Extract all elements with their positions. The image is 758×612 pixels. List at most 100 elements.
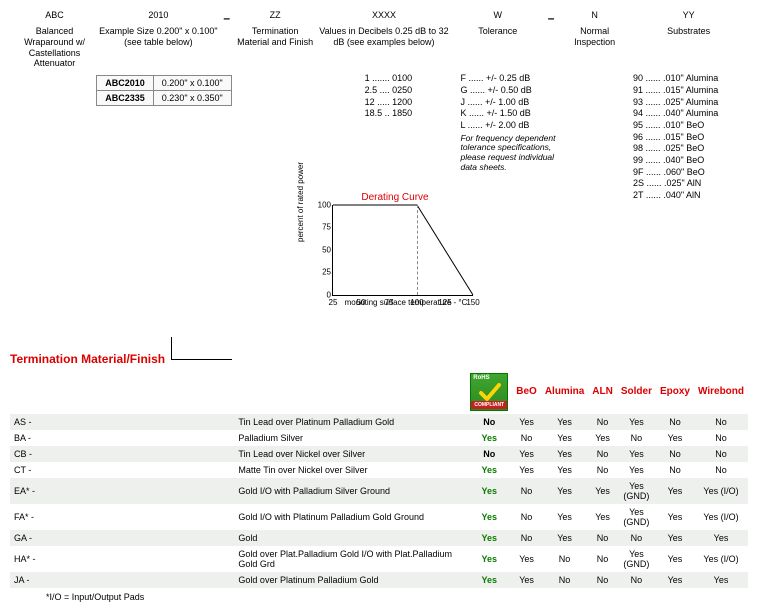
header-subtitle: Termination Material and Finish (236, 26, 315, 48)
compat-cell: No (588, 446, 617, 462)
compat-cell: No (656, 446, 694, 462)
list-item: 9F ...... .060" BeO (633, 167, 748, 179)
compat-cell: Yes (694, 530, 748, 546)
compat-cell: No (694, 462, 748, 478)
compat-cell: Yes (588, 430, 617, 446)
compat-cell: No (512, 504, 541, 530)
compat-cell: Yes (656, 546, 694, 572)
compat-cell: No (588, 546, 617, 572)
compat-cell: Yes (541, 414, 588, 430)
table-row: HA* -Gold over Plat.Palladium Gold I/O w… (10, 546, 748, 572)
header-col: WTolerance (453, 10, 542, 37)
connector-line (171, 337, 232, 360)
compat-cell: No (541, 546, 588, 572)
list-item: 2T ...... .040" AlN (633, 190, 748, 202)
compat-cell: No (656, 414, 694, 430)
list-item: 98 ...... .025" BeO (633, 143, 748, 155)
materials-header (10, 370, 234, 414)
header-col: YYSubstrates (629, 10, 748, 37)
table-row: GA -GoldYesNoYesNoNoYesYes (10, 530, 748, 546)
compat-cell: Yes (694, 572, 748, 588)
header-subtitle: Values in Decibels 0.25 dB to 32 dB (see… (315, 26, 454, 48)
header-col: ZZ Termination Material and Finish (236, 10, 315, 48)
table-row: JA -Gold over Platinum Palladium GoldYes… (10, 572, 748, 588)
part-number-header: ABCBalanced Wraparound w/ Castellations … (10, 10, 748, 69)
chart-title: Derating Curve (310, 192, 480, 203)
compat-cell: No (617, 530, 656, 546)
rohs-value: Yes (482, 554, 498, 564)
materials-header: ALN (588, 370, 617, 414)
compat-cell: Yes (541, 430, 588, 446)
size-table: ABC20100.200" x 0.100"ABC23350.230" x 0.… (96, 75, 231, 106)
table-row: CB -Tin Lead over Nickel over SilverNoYe… (10, 446, 748, 462)
table-row: AS -Tin Lead over Platinum Palladium Gol… (10, 414, 748, 430)
compat-cell: Yes (541, 504, 588, 530)
chart-xtick: 75 (385, 298, 394, 307)
rohs-value: Yes (482, 533, 498, 543)
list-item: 96 ...... .015" BeO (633, 132, 748, 144)
rohs-value: No (483, 417, 495, 427)
compat-cell: Yes (541, 478, 588, 504)
compat-cell: Yes (656, 430, 694, 446)
rohs-value: Yes (482, 465, 498, 475)
compat-cell: No (588, 462, 617, 478)
derating-chart: Derating Curve percent of rated power 02… (310, 192, 480, 322)
list-item: 2S ...... .025" AlN (633, 178, 748, 190)
compat-cell: Yes (541, 446, 588, 462)
chart-xtick: 50 (357, 298, 366, 307)
compat-cell: Yes (617, 414, 656, 430)
header-col: ABCBalanced Wraparound w/ Castellations … (10, 10, 99, 69)
substrate-list: 90 ...... .010" Alumina91 ...... .015" A… (633, 73, 748, 202)
compat-cell: Yes (GND) (617, 504, 656, 530)
list-item: L ...... +/- 2.00 dB (460, 120, 565, 132)
compat-cell: Yes (I/O) (694, 504, 748, 530)
list-item: 99 ...... .040" BeO (633, 155, 748, 167)
materials-header: Epoxy (656, 370, 694, 414)
compat-cell: Yes (512, 546, 541, 572)
table-row: ABC23350.230" x 0.350" (97, 91, 231, 106)
list-item: 93 ...... .025" Alumina (633, 97, 748, 109)
materials-header: BeO (512, 370, 541, 414)
list-item: J ...... +/- 1.00 dB (460, 97, 565, 109)
compat-cell: No (694, 430, 748, 446)
header-subtitle: Normal Inspection (560, 26, 629, 48)
table-row: BA -Palladium SilverYesNoYesYesNoYesNo (10, 430, 748, 446)
header-col: N Normal Inspection (560, 10, 629, 48)
table-row: FA* -Gold I/O with Platinum Palladium Go… (10, 504, 748, 530)
list-item: 95 ...... .010" BeO (633, 120, 748, 132)
rohs-value: Yes (482, 512, 498, 522)
table-row: CT -Matte Tin over Nickel over SilverYes… (10, 462, 748, 478)
materials-header: Alumina (541, 370, 588, 414)
compat-cell: Yes (512, 572, 541, 588)
list-item: 90 ...... .010" Alumina (633, 73, 748, 85)
table-row: EA* -Gold I/O with Palladium Silver Grou… (10, 478, 748, 504)
header-code: ABC (10, 10, 99, 20)
compat-cell: Yes (512, 446, 541, 462)
compat-cell: No (512, 530, 541, 546)
materials-header (234, 370, 466, 414)
header-code: N (560, 10, 629, 20)
compat-cell: Yes (656, 530, 694, 546)
rohs-value: Yes (482, 486, 498, 496)
list-item: 91 ...... .015" Alumina (633, 85, 748, 97)
tolerance-list: F ...... +/- 0.25 dBG ...... +/- 0.50 dB… (460, 73, 565, 131)
header-code: ZZ (236, 10, 315, 20)
compat-cell: No (541, 572, 588, 588)
tolerance-note: For frequency dependent tolerance specif… (460, 134, 565, 173)
io-footnote: *I/O = Input/Output Pads (10, 588, 748, 602)
chart-ytick: 50 (313, 245, 331, 254)
chart-ytick: 100 (313, 200, 331, 209)
list-item: 18.5 .. 1850 (365, 108, 461, 120)
materials-table: RoHSCOMPLIANTBeOAluminaALNSolderEpoxyWir… (10, 370, 748, 588)
chart-ytick: 25 (313, 268, 331, 277)
compat-cell: No (512, 430, 541, 446)
chart-xtick: 150 (466, 298, 479, 307)
compat-cell: Yes (I/O) (694, 478, 748, 504)
list-item: 94 ...... .040" Alumina (633, 108, 748, 120)
compat-cell: Yes (617, 462, 656, 478)
compat-cell: Yes (588, 504, 617, 530)
header-col: XXXX Values in Decibels 0.25 dB to 32 dB … (315, 10, 454, 48)
compat-cell: Yes (656, 478, 694, 504)
compat-cell: Yes (512, 462, 541, 478)
header-code: XXXX (315, 10, 454, 20)
